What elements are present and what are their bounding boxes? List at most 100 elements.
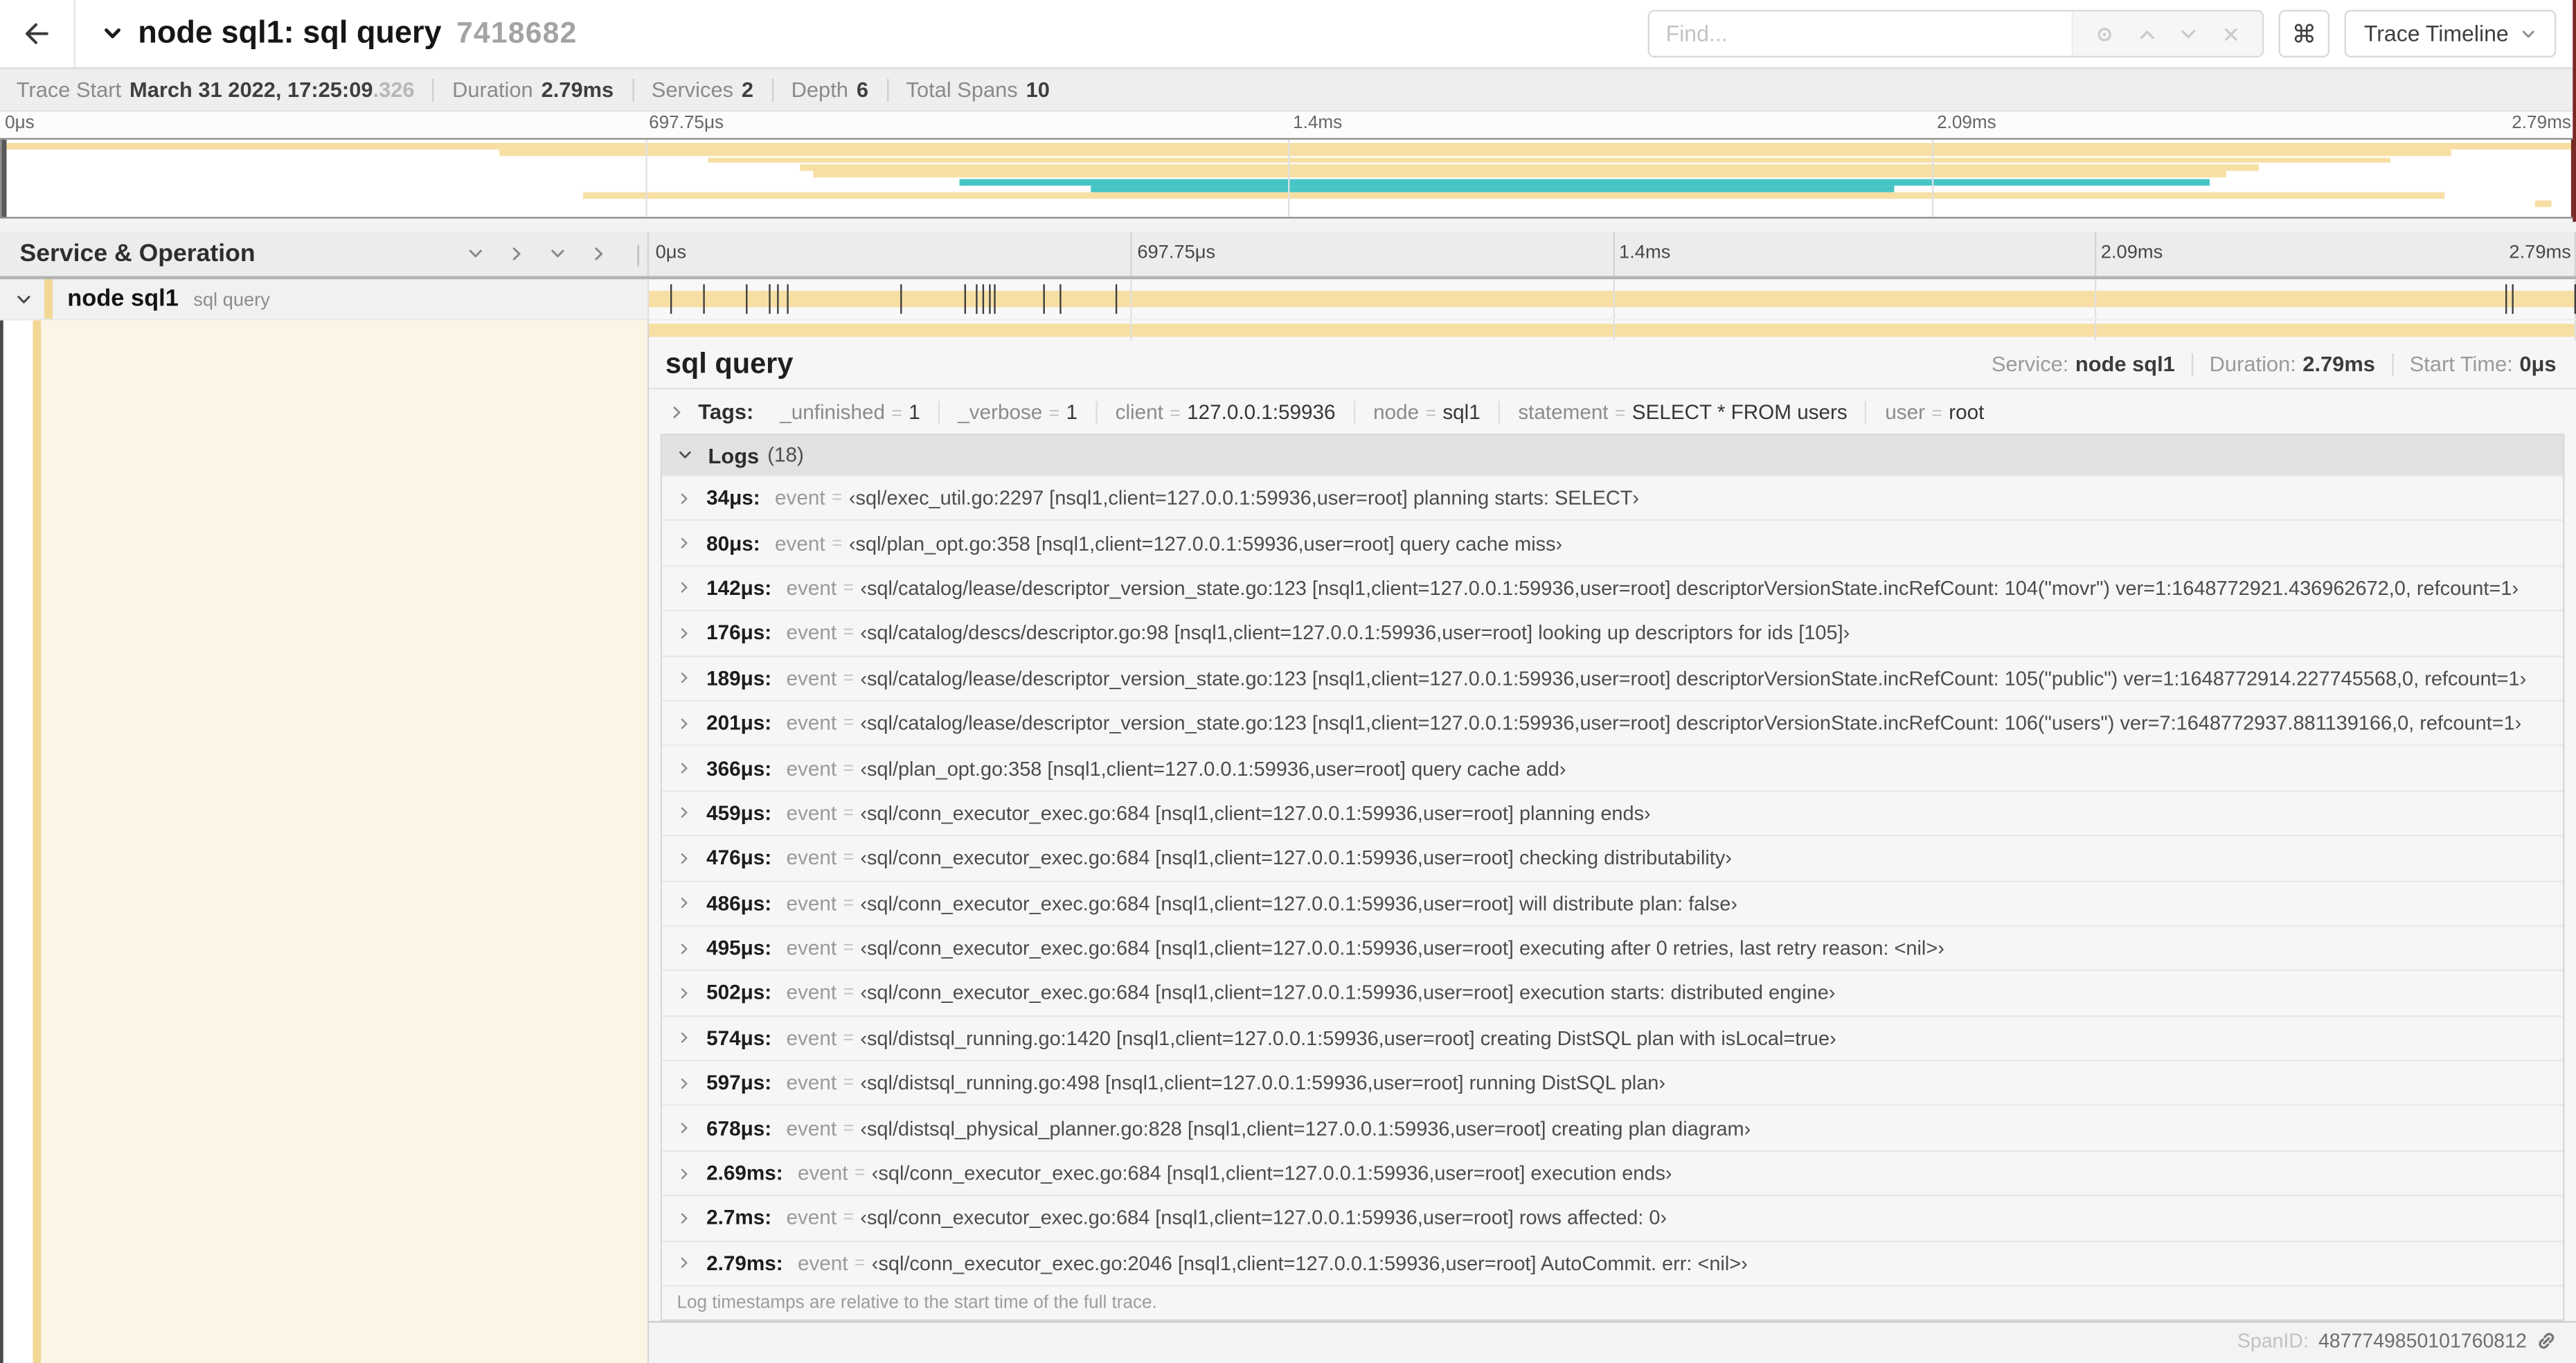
log-timestamp: 176μs:: [706, 621, 772, 645]
chevron-down-icon: [2520, 26, 2537, 42]
log-entry[interactable]: 459μs: event = ‹sql/conn_executor_exec.go:6…: [662, 790, 2564, 835]
trace-id: 7418682: [456, 16, 578, 50]
span-detail-row: sql query Service: node sql1 Duration: 2.7…: [0, 320, 2576, 1363]
tag-_unfinished[interactable]: _unfinished = 1: [762, 400, 938, 423]
keyboard-shortcuts-button[interactable]: ⌘: [2278, 10, 2330, 58]
axis-tick-label: 2.09ms: [2100, 243, 2163, 263]
log-timestamp: 2.79ms:: [706, 1251, 783, 1275]
summary-value: 2.79ms: [541, 77, 614, 103]
log-timestamp: 476μs:: [706, 846, 772, 870]
log-field-value: ‹sql/catalog/descs/descriptor.go:98 [nsq…: [860, 621, 1850, 645]
log-field-key: event: [797, 1161, 848, 1185]
find-group: [1647, 10, 2264, 58]
equals-sign: =: [1931, 403, 1942, 423]
chevron-down-icon[interactable]: [2179, 24, 2198, 43]
gridline: [1130, 231, 1133, 276]
left-scrollbar[interactable]: [0, 320, 3, 1363]
log-field-value: ‹sql/distsql_running.go:498 [nsql1,clien…: [860, 1071, 1666, 1095]
selected-span-bar-row[interactable]: [649, 320, 2576, 341]
logs-header[interactable]: Logs (18): [662, 435, 2564, 475]
gridline: [1130, 320, 1133, 341]
chevron-right-icon: [677, 850, 691, 865]
log-entry[interactable]: 80μs: event = ‹sql/plan_opt.go:358 [nsql1,c…: [662, 519, 2564, 565]
log-entry[interactable]: 486μs: event = ‹sql/conn_executor_exec.go:6…: [662, 880, 2564, 925]
tag-user[interactable]: user = root: [1865, 400, 2003, 423]
divider: [2191, 352, 2193, 376]
chevron-down-icon[interactable]: [102, 23, 123, 44]
minimap-left-scrubber[interactable]: [1, 139, 6, 217]
log-entry[interactable]: 495μs: event = ‹sql/conn_executor_exec.go:6…: [662, 925, 2564, 970]
minimap-canvas[interactable]: [0, 138, 2576, 219]
log-timestamp: 142μs:: [706, 576, 772, 600]
collapse-one-chevron-right-icon[interactable]: [508, 244, 526, 262]
log-marker-tick: [745, 284, 747, 314]
tag-statement[interactable]: statement = SELECT * FROM users: [1498, 400, 1866, 423]
log-field-key: event: [786, 1116, 837, 1140]
find-controls: [2071, 11, 2262, 56]
target-icon[interactable]: [2095, 24, 2115, 43]
tag-_verbose[interactable]: _verbose = 1: [938, 400, 1095, 423]
log-entry[interactable]: 189μs: event = ‹sql/catalog/lease/descripto…: [662, 654, 2564, 700]
log-entry[interactable]: 201μs: event = ‹sql/catalog/lease/descripto…: [662, 700, 2564, 745]
log-marker-tick: [2512, 284, 2514, 314]
link-icon[interactable]: [2537, 1331, 2556, 1351]
divider: [2391, 352, 2393, 376]
log-field-value: ‹sql/distsql_physical_planner.go:828 [ns…: [860, 1116, 1751, 1140]
log-entry[interactable]: 2.7ms: event = ‹sql/conn_executor_exec.go:6…: [662, 1195, 2564, 1240]
find-input[interactable]: [1649, 11, 2072, 56]
log-timestamp: 2.69ms:: [706, 1161, 783, 1185]
collapse-all-chevron-down-icon[interactable]: [467, 244, 485, 262]
tags-label: Tags:: [698, 399, 754, 425]
log-field-value: ‹sql/exec_util.go:2297 [nsql1,client=127…: [848, 486, 1640, 510]
log-timestamp: 574μs:: [706, 1026, 772, 1050]
log-entry[interactable]: 2.79ms: event = ‹sql/conn_executor_exec.go:…: [662, 1240, 2564, 1285]
top-actions: ⌘ Trace Timeline: [1647, 10, 2576, 58]
span-row[interactable]: node sql1 sql query: [0, 279, 2576, 321]
chevron-right-icon: [669, 403, 686, 420]
divider: [886, 78, 888, 101]
chevron-right-icon: [677, 491, 691, 506]
tags-row[interactable]: Tags: _unfinished = 1 _verbose = 1 client = 127.…: [649, 389, 2576, 434]
tag-node[interactable]: node = sql1: [1353, 400, 1499, 423]
equals-sign: =: [1425, 403, 1436, 423]
log-entry[interactable]: 502μs: event = ‹sql/conn_executor_exec.go:6…: [662, 970, 2564, 1015]
gridline: [1288, 139, 1290, 217]
log-entry[interactable]: 142μs: event = ‹sql/catalog/lease/descripto…: [662, 564, 2564, 610]
log-field-key: event: [775, 531, 825, 555]
log-field-value: ‹sql/catalog/lease/descriptor_version_st…: [860, 666, 2527, 690]
back-button[interactable]: [0, 0, 76, 68]
divider: [432, 78, 435, 101]
expand-all-double-chevron-down-icon[interactable]: [548, 244, 566, 262]
gridline: [1612, 279, 1614, 319]
gridline: [1612, 320, 1614, 341]
log-field-key: event: [797, 1251, 848, 1275]
equals-sign: =: [1615, 403, 1626, 423]
operation-name: sql query: [193, 290, 270, 311]
summary-value: 2: [741, 77, 754, 103]
log-entry[interactable]: 678μs: event = ‹sql/distsql_physical_planne…: [662, 1105, 2564, 1150]
equals-sign: =: [843, 983, 854, 1004]
log-entry[interactable]: 2.69ms: event = ‹sql/conn_executor_exec.go:…: [662, 1150, 2564, 1195]
log-entry[interactable]: 176μs: event = ‹sql/catalog/descs/descripto…: [662, 609, 2564, 655]
tag-key: client: [1115, 400, 1163, 423]
log-entry[interactable]: 366μs: event = ‹sql/plan_opt.go:358 [nsql1,…: [662, 745, 2564, 790]
log-entry[interactable]: 597μs: event = ‹sql/distsql_running.go:498 …: [662, 1060, 2564, 1105]
log-marker-tick: [786, 284, 788, 314]
chevron-right-icon: [677, 806, 691, 821]
log-entry[interactable]: 574μs: event = ‹sql/distsql_running.go:1420…: [662, 1015, 2564, 1060]
tag-value: 1: [1066, 400, 1078, 423]
trace-view-dropdown-label: Trace Timeline: [2363, 21, 2509, 46]
equals-sign: =: [843, 623, 854, 643]
chevron-up-icon[interactable]: [2137, 24, 2156, 43]
span-row-name-cell[interactable]: node sql1 sql query: [0, 279, 647, 321]
expand-one-double-chevron-right-icon[interactable]: [590, 244, 608, 262]
timeline-axis: 0μs 697.75μs 1.4ms 2.09ms 2.79ms: [647, 231, 2576, 276]
trace-view-dropdown[interactable]: Trace Timeline: [2344, 10, 2557, 58]
log-entry[interactable]: 476μs: event = ‹sql/conn_executor_exec.go:6…: [662, 835, 2564, 880]
span-row-timeline-cell[interactable]: [647, 279, 2576, 321]
axis-tick-label: 697.75μs: [1137, 243, 1216, 263]
tag-client[interactable]: client = 127.0.0.1:59936: [1095, 400, 1353, 423]
log-entry[interactable]: 34μs: event = ‹sql/exec_util.go:2297 [nsql1…: [662, 474, 2564, 520]
close-icon[interactable]: [2220, 24, 2239, 43]
chevron-down-icon[interactable]: [15, 290, 33, 308]
